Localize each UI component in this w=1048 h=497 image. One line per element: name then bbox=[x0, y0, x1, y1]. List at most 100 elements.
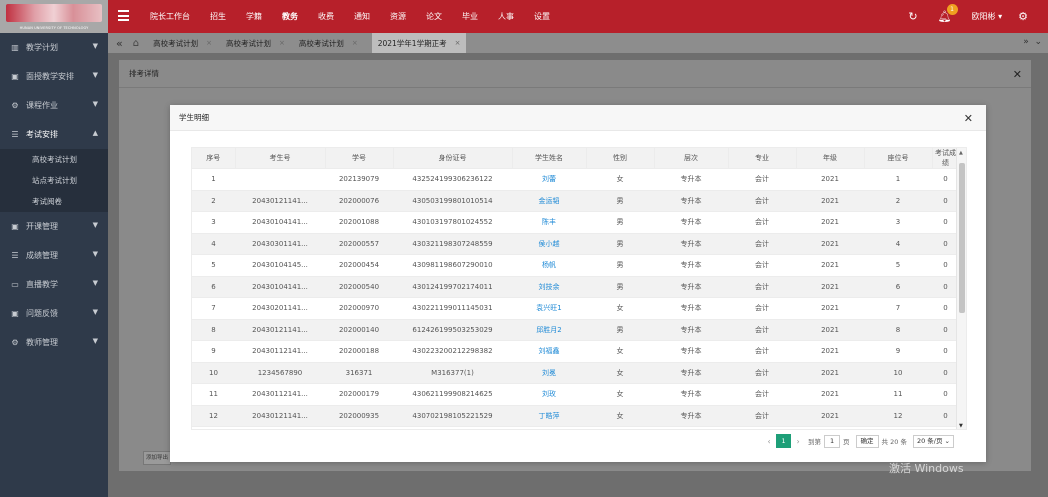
nav-item[interactable]: 教务 bbox=[282, 11, 298, 22]
table-row[interactable]: 3 20430104141... 202001088 4301031978010245… bbox=[192, 211, 959, 233]
table-row[interactable]: 11 20430112141... 202000179 430621199908214… bbox=[192, 383, 959, 405]
column-header: 层次 bbox=[654, 148, 729, 169]
current-page[interactable]: 1 bbox=[776, 434, 792, 448]
student-name-link[interactable]: 刘玫 bbox=[512, 383, 586, 405]
close-icon[interactable]: ✕ bbox=[1013, 68, 1022, 81]
table-cell: 20430121141... bbox=[235, 189, 325, 212]
sidebar-subitem[interactable]: 站点考试计划 bbox=[0, 170, 108, 191]
table-cell: 13 bbox=[192, 426, 235, 429]
nav-item[interactable]: 资源 bbox=[390, 11, 406, 22]
goto-page-input[interactable]: 1 bbox=[824, 434, 841, 448]
close-icon[interactable]: ✕ bbox=[964, 112, 973, 125]
nav-item[interactable]: 院长工作台 bbox=[150, 11, 190, 22]
tab[interactable]: 高校考试计划 × bbox=[153, 38, 212, 49]
table-row[interactable]: 6 20430104141... 202000540 4301241997021740… bbox=[192, 275, 959, 298]
prev-page-icon[interactable]: ‹ bbox=[762, 437, 776, 446]
sidebar-item-label: 直播教学 bbox=[26, 280, 58, 289]
bell-icon[interactable]: 🔔︎ 1 bbox=[938, 4, 958, 23]
theme-icon[interactable]: ⚙ bbox=[1018, 10, 1028, 23]
export-button[interactable]: 添加导出 bbox=[143, 451, 171, 465]
tab-scroll-icons[interactable]: » ⌄ bbox=[1023, 37, 1042, 47]
student-name-link[interactable]: 袁兴旺1 bbox=[512, 297, 586, 319]
table-cell: 202000557 bbox=[325, 232, 393, 255]
chevron-up-icon: ▲ bbox=[92, 129, 98, 137]
collapse-left-icon[interactable]: « bbox=[116, 37, 123, 50]
chevron-down-icon: ▼ bbox=[92, 100, 98, 108]
sidebar-item[interactable]: ▣ 问题反馈 ▼ bbox=[0, 299, 108, 328]
nav-item[interactable]: 学籍 bbox=[246, 11, 262, 22]
table-cell: 4 bbox=[864, 232, 932, 255]
university-logo[interactable]: HUNAN UNIVERSITY OF TECHNOLOGY bbox=[0, 0, 108, 33]
sidebar-item[interactable]: ▣ 开课管理 ▼ bbox=[0, 212, 108, 241]
nav-item[interactable]: 人事 bbox=[498, 11, 514, 22]
sidebar-item[interactable]: ▣ 面授教学安排 ▼ bbox=[0, 62, 108, 91]
next-page-icon[interactable]: › bbox=[791, 437, 805, 446]
scroll-up-icon[interactable]: ▲ bbox=[959, 150, 963, 156]
student-name-link[interactable]: 刘技余 bbox=[512, 275, 586, 298]
table-row[interactable]: 2 20430121141... 202000076 4305031998010105… bbox=[192, 189, 959, 212]
sidebar-item[interactable]: ☰ 成绩管理 ▼ bbox=[0, 241, 108, 270]
table-row[interactable]: 10 1234567890 316371 M316377(1) 刘冕女专升本 会计 2021… bbox=[192, 361, 959, 384]
table-cell: 专升本 bbox=[654, 189, 728, 212]
sidebar-item[interactable]: ▭ 直播教学 ▼ bbox=[0, 270, 108, 299]
sidebar-subitem[interactable]: 高校考试计划 bbox=[0, 149, 108, 170]
nav-item[interactable]: 毕业 bbox=[462, 11, 478, 22]
nav-item[interactable]: 收费 bbox=[318, 11, 334, 22]
table-cell: 专升本 bbox=[654, 232, 728, 255]
tab[interactable]: 2021学年1学期正考 × bbox=[371, 33, 467, 53]
table-row[interactable]: 1320430112141...202000559430122200202042… bbox=[192, 426, 959, 429]
student-name-link[interactable]: 刘冕 bbox=[512, 361, 586, 384]
scroll-thumb[interactable] bbox=[959, 163, 965, 313]
sidebar-item[interactable]: ⚙ 课程作业 ▼ bbox=[0, 91, 108, 120]
table-row[interactable]: 7 20430201141... 202000970 4302211990111450… bbox=[192, 297, 959, 319]
tab[interactable]: 高校考试计划 × bbox=[299, 38, 358, 49]
user-menu[interactable]: 欧阳彬 ▾ bbox=[972, 11, 1003, 22]
student-name-link[interactable]: 丁皓萍 bbox=[512, 404, 586, 427]
tab[interactable]: 高校考试计划 × bbox=[226, 38, 285, 49]
table-cell: 0 bbox=[932, 189, 959, 212]
table-cell: 会计 bbox=[728, 383, 796, 405]
table-row[interactable]: 12 20430121141... 202000935 430702198105221… bbox=[192, 404, 959, 427]
main-nav: 院长工作台 招生 学籍 教务 收费 通知 资源 论文 毕业 人事 设置 bbox=[150, 0, 570, 33]
hamburger-menu-icon[interactable] bbox=[118, 10, 129, 21]
tab-label: 2021学年1学期正考 bbox=[377, 38, 447, 48]
student-name-link[interactable]: 侯小越 bbox=[512, 232, 586, 255]
sidebar-item[interactable]: ☰ 考试安排 ▲ bbox=[0, 120, 108, 149]
tab-close-icon[interactable]: × bbox=[279, 39, 285, 47]
student-name-link[interactable]: 金运韬 bbox=[512, 189, 586, 212]
nav-item[interactable]: 通知 bbox=[354, 11, 370, 22]
table-row[interactable]: 1 202139079 432524199306236122 刘蕾女专升本 会计 2021… bbox=[192, 168, 959, 190]
table-row[interactable]: 9 20430112141... 202000188 4302232002122983… bbox=[192, 340, 959, 362]
student-name-link[interactable]: 邱胜月2 bbox=[512, 318, 586, 341]
student-name-link[interactable]: 杨帆 bbox=[512, 254, 586, 276]
table-cell: 会计 bbox=[728, 297, 796, 319]
student-name-link[interactable]: 刘福鑫 bbox=[512, 340, 586, 362]
nav-item[interactable]: 论文 bbox=[426, 11, 442, 22]
table-cell: 0 bbox=[932, 211, 959, 233]
student-name-link[interactable]: 何志靖 bbox=[512, 426, 586, 429]
table-cell: 20430121141... bbox=[235, 404, 325, 427]
chevron-down-icon: ▼ bbox=[92, 42, 98, 50]
table-scrollbar[interactable]: ▲ ▼ bbox=[956, 148, 966, 429]
table-row[interactable]: 5 20430104145... 202000454 4309811986072900… bbox=[192, 254, 959, 276]
goto-confirm-button[interactable]: 确定 bbox=[855, 434, 879, 448]
table-cell: 0 bbox=[932, 254, 959, 276]
tab-close-icon[interactable]: × bbox=[206, 39, 212, 47]
sidebar-item[interactable]: ⚙ 教师管理 ▼ bbox=[0, 328, 108, 357]
list-icon: ☰ bbox=[11, 130, 19, 139]
table-cell: 10 bbox=[192, 361, 235, 384]
table-row[interactable]: 4 20430301141... 202000557 4303211983072485… bbox=[192, 232, 959, 255]
sidebar-subitem[interactable]: 考试阅卷 bbox=[0, 191, 108, 212]
nav-item[interactable]: 设置 bbox=[534, 11, 550, 22]
table-row[interactable]: 8 20430121141... 202000140 6124261995032530… bbox=[192, 318, 959, 341]
table-cell: 会计 bbox=[728, 426, 796, 429]
student-name-link[interactable]: 陈丰 bbox=[512, 211, 586, 233]
tab-close-icon[interactable]: × bbox=[455, 39, 461, 47]
tab-close-icon[interactable]: × bbox=[352, 39, 358, 47]
student-name-link[interactable]: 刘蕾 bbox=[512, 168, 586, 190]
sidebar-item[interactable]: ▥ 教学计划 ▼ bbox=[0, 33, 108, 62]
scroll-down-icon[interactable]: ▼ bbox=[959, 423, 963, 429]
page-size-select[interactable]: 20 条/页 ⌄ bbox=[912, 434, 954, 448]
refresh-icon[interactable]: ↻ bbox=[908, 10, 917, 23]
nav-item[interactable]: 招生 bbox=[210, 11, 226, 22]
